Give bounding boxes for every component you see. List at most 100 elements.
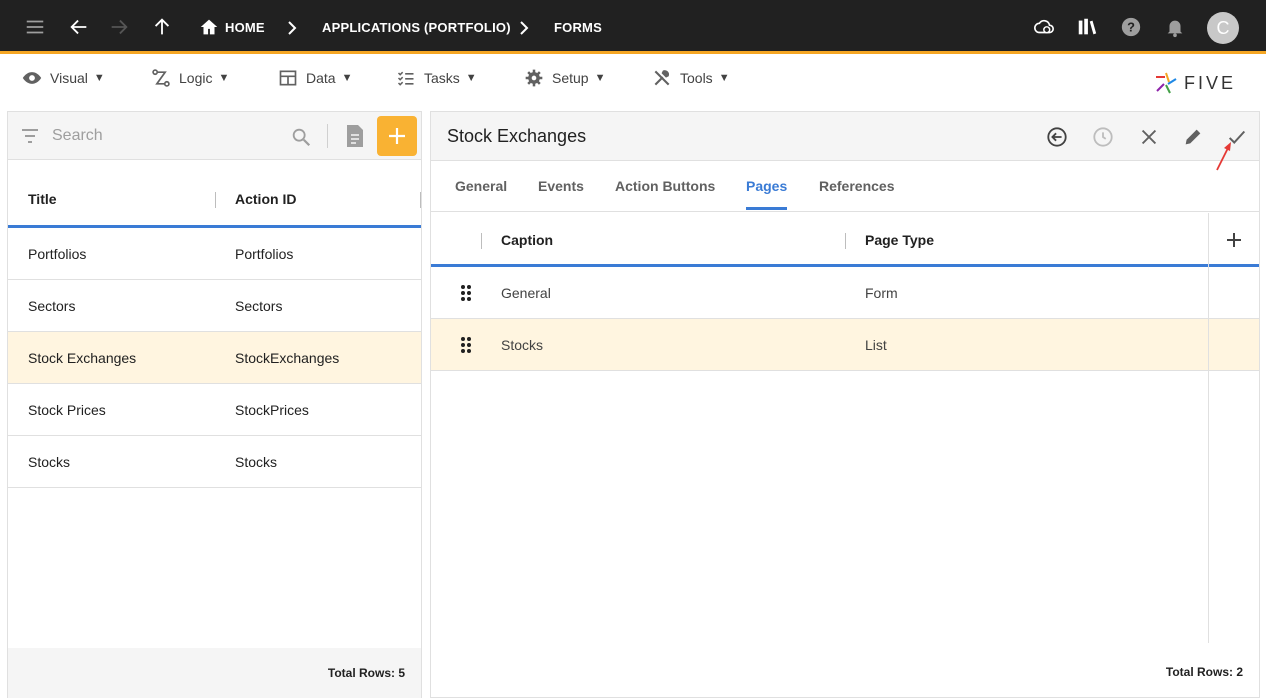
annotation-arrow-icon <box>1216 142 1231 171</box>
notifications-bell-icon[interactable] <box>1160 12 1190 42</box>
tab-events[interactable]: Events <box>538 162 584 210</box>
list-item-action-id: StockPrices <box>235 402 309 418</box>
list-footer: Total Rows: 5 <box>8 648 421 698</box>
column-header-title[interactable]: Title <box>28 172 57 226</box>
caret-down-icon: ▼ <box>218 72 230 84</box>
list-item-action-id: StockExchanges <box>235 350 340 366</box>
list-item[interactable]: Stock Prices StockPrices <box>8 384 421 436</box>
form-tabs: General Events Action Buttons Pages Refe… <box>431 162 1259 212</box>
top-app-bar: HOME APPLICATIONS (PORTFOLIO) FORMS ? C <box>0 0 1266 54</box>
menu-bar: Visual ▼ Logic ▼ Data ▼ Tasks ▼ Setup ▼ … <box>0 56 1266 104</box>
tasks-icon <box>397 71 414 86</box>
list-item-title: Portfolios <box>28 246 87 262</box>
menu-data-label: Data <box>306 70 336 86</box>
list-item-title: Stocks <box>28 454 71 470</box>
chevron-right-icon <box>288 21 297 35</box>
back-arrow-icon[interactable] <box>64 12 94 42</box>
search-input[interactable] <box>52 124 282 148</box>
column-divider <box>215 192 216 208</box>
page-caption: Stocks <box>501 337 544 353</box>
page-type: List <box>865 337 887 353</box>
back-circle-icon <box>1047 127 1067 147</box>
caret-down-icon: ▼ <box>93 72 105 84</box>
table-icon <box>279 70 297 86</box>
caret-down-icon: ▼ <box>718 72 730 84</box>
forms-list-panel: Title Action ID Portfolios Portfolios Se… <box>7 111 422 698</box>
svg-text:?: ? <box>1127 20 1135 35</box>
back-circle-button[interactable] <box>1043 123 1071 151</box>
list-item-action-id: Stocks <box>235 454 278 470</box>
library-books-icon[interactable] <box>1072 12 1102 42</box>
menu-logic[interactable]: Logic ▼ <box>151 62 229 94</box>
edit-button[interactable] <box>1179 123 1207 151</box>
chevron-right-icon <box>520 21 529 35</box>
clock-icon <box>1093 127 1113 147</box>
table-row-selected[interactable]: Stocks List <box>431 319 1259 371</box>
column-header-page-type[interactable]: Page Type <box>865 213 934 267</box>
tab-pages[interactable]: Pages <box>746 162 788 210</box>
up-arrow-icon[interactable] <box>147 12 177 42</box>
search-bar <box>8 112 421 160</box>
menu-setup[interactable]: Setup ▼ <box>524 62 605 94</box>
list-item[interactable]: Stocks Stocks <box>8 436 421 488</box>
page-type: Form <box>865 285 898 301</box>
pencil-icon <box>1185 129 1201 145</box>
five-logo-mark-icon <box>1156 72 1177 94</box>
close-icon <box>1141 129 1157 145</box>
form-header: Stock Exchanges <box>431 112 1259 161</box>
list-item-title: Stock Exchanges <box>28 350 137 366</box>
column-divider <box>481 233 482 249</box>
search-icon[interactable] <box>290 126 312 148</box>
tab-general[interactable]: General <box>455 162 507 210</box>
list-item-title: Stock Prices <box>28 402 106 418</box>
cloud-sync-icon[interactable] <box>1029 12 1059 42</box>
pages-grid-header: Caption Page Type <box>431 213 1259 267</box>
five-logo-text: FIVE <box>1184 72 1237 93</box>
total-rows-count: Total Rows: 5 <box>327 666 405 680</box>
caret-down-icon: ▼ <box>465 72 477 84</box>
add-page-icon[interactable] <box>1225 231 1243 249</box>
forward-arrow-icon <box>104 12 134 42</box>
eye-icon <box>22 72 42 84</box>
column-divider <box>845 233 846 249</box>
menu-tools[interactable]: Tools ▼ <box>652 62 730 94</box>
breadcrumb-forms[interactable]: FORMS <box>554 0 602 54</box>
breadcrumb-home[interactable]: HOME <box>225 0 265 54</box>
menu-logic-label: Logic <box>179 70 213 86</box>
list-item[interactable]: Portfolios Portfolios <box>8 228 421 280</box>
add-form-button[interactable] <box>377 116 417 156</box>
grid-action-column-line <box>1208 213 1209 643</box>
menu-visual[interactable]: Visual ▼ <box>22 62 105 94</box>
menu-data[interactable]: Data ▼ <box>278 62 352 94</box>
caret-down-icon: ▼ <box>594 72 606 84</box>
form-title: Stock Exchanges <box>447 126 587 146</box>
hamburger-menu-icon[interactable] <box>20 12 50 42</box>
drag-handle-icon[interactable] <box>460 284 472 302</box>
tab-references[interactable]: References <box>819 162 895 210</box>
gear-icon <box>525 69 543 87</box>
document-icon[interactable] <box>344 124 366 148</box>
table-row[interactable]: General Form <box>431 267 1259 319</box>
menu-tasks[interactable]: Tasks ▼ <box>396 62 477 94</box>
help-icon[interactable]: ? <box>1116 12 1146 42</box>
form-detail-panel: Stock Exchanges General Events Action Bu… <box>430 111 1260 698</box>
page-caption: General <box>501 285 551 301</box>
divider <box>327 124 328 148</box>
tab-action-buttons[interactable]: Action Buttons <box>615 162 715 210</box>
list-item[interactable]: Sectors Sectors <box>8 280 421 332</box>
filter-icon[interactable] <box>20 127 40 145</box>
menu-setup-label: Setup <box>552 70 589 86</box>
plus-icon <box>389 128 405 144</box>
list-item-selected[interactable]: Stock Exchanges StockExchanges <box>8 332 421 384</box>
column-header-action-id[interactable]: Action ID <box>235 172 296 226</box>
list-item-action-id: Portfolios <box>235 246 294 262</box>
menu-tools-label: Tools <box>680 70 713 86</box>
user-avatar[interactable]: C <box>1207 12 1239 44</box>
column-header-caption[interactable]: Caption <box>501 213 553 267</box>
cancel-button[interactable] <box>1135 123 1163 151</box>
list-header: Title Action ID <box>8 172 421 228</box>
breadcrumb-applications[interactable]: APPLICATIONS (PORTFOLIO) <box>322 0 511 54</box>
home-icon[interactable] <box>194 12 224 42</box>
drag-handle-icon[interactable] <box>460 336 472 354</box>
history-button[interactable] <box>1089 123 1117 151</box>
